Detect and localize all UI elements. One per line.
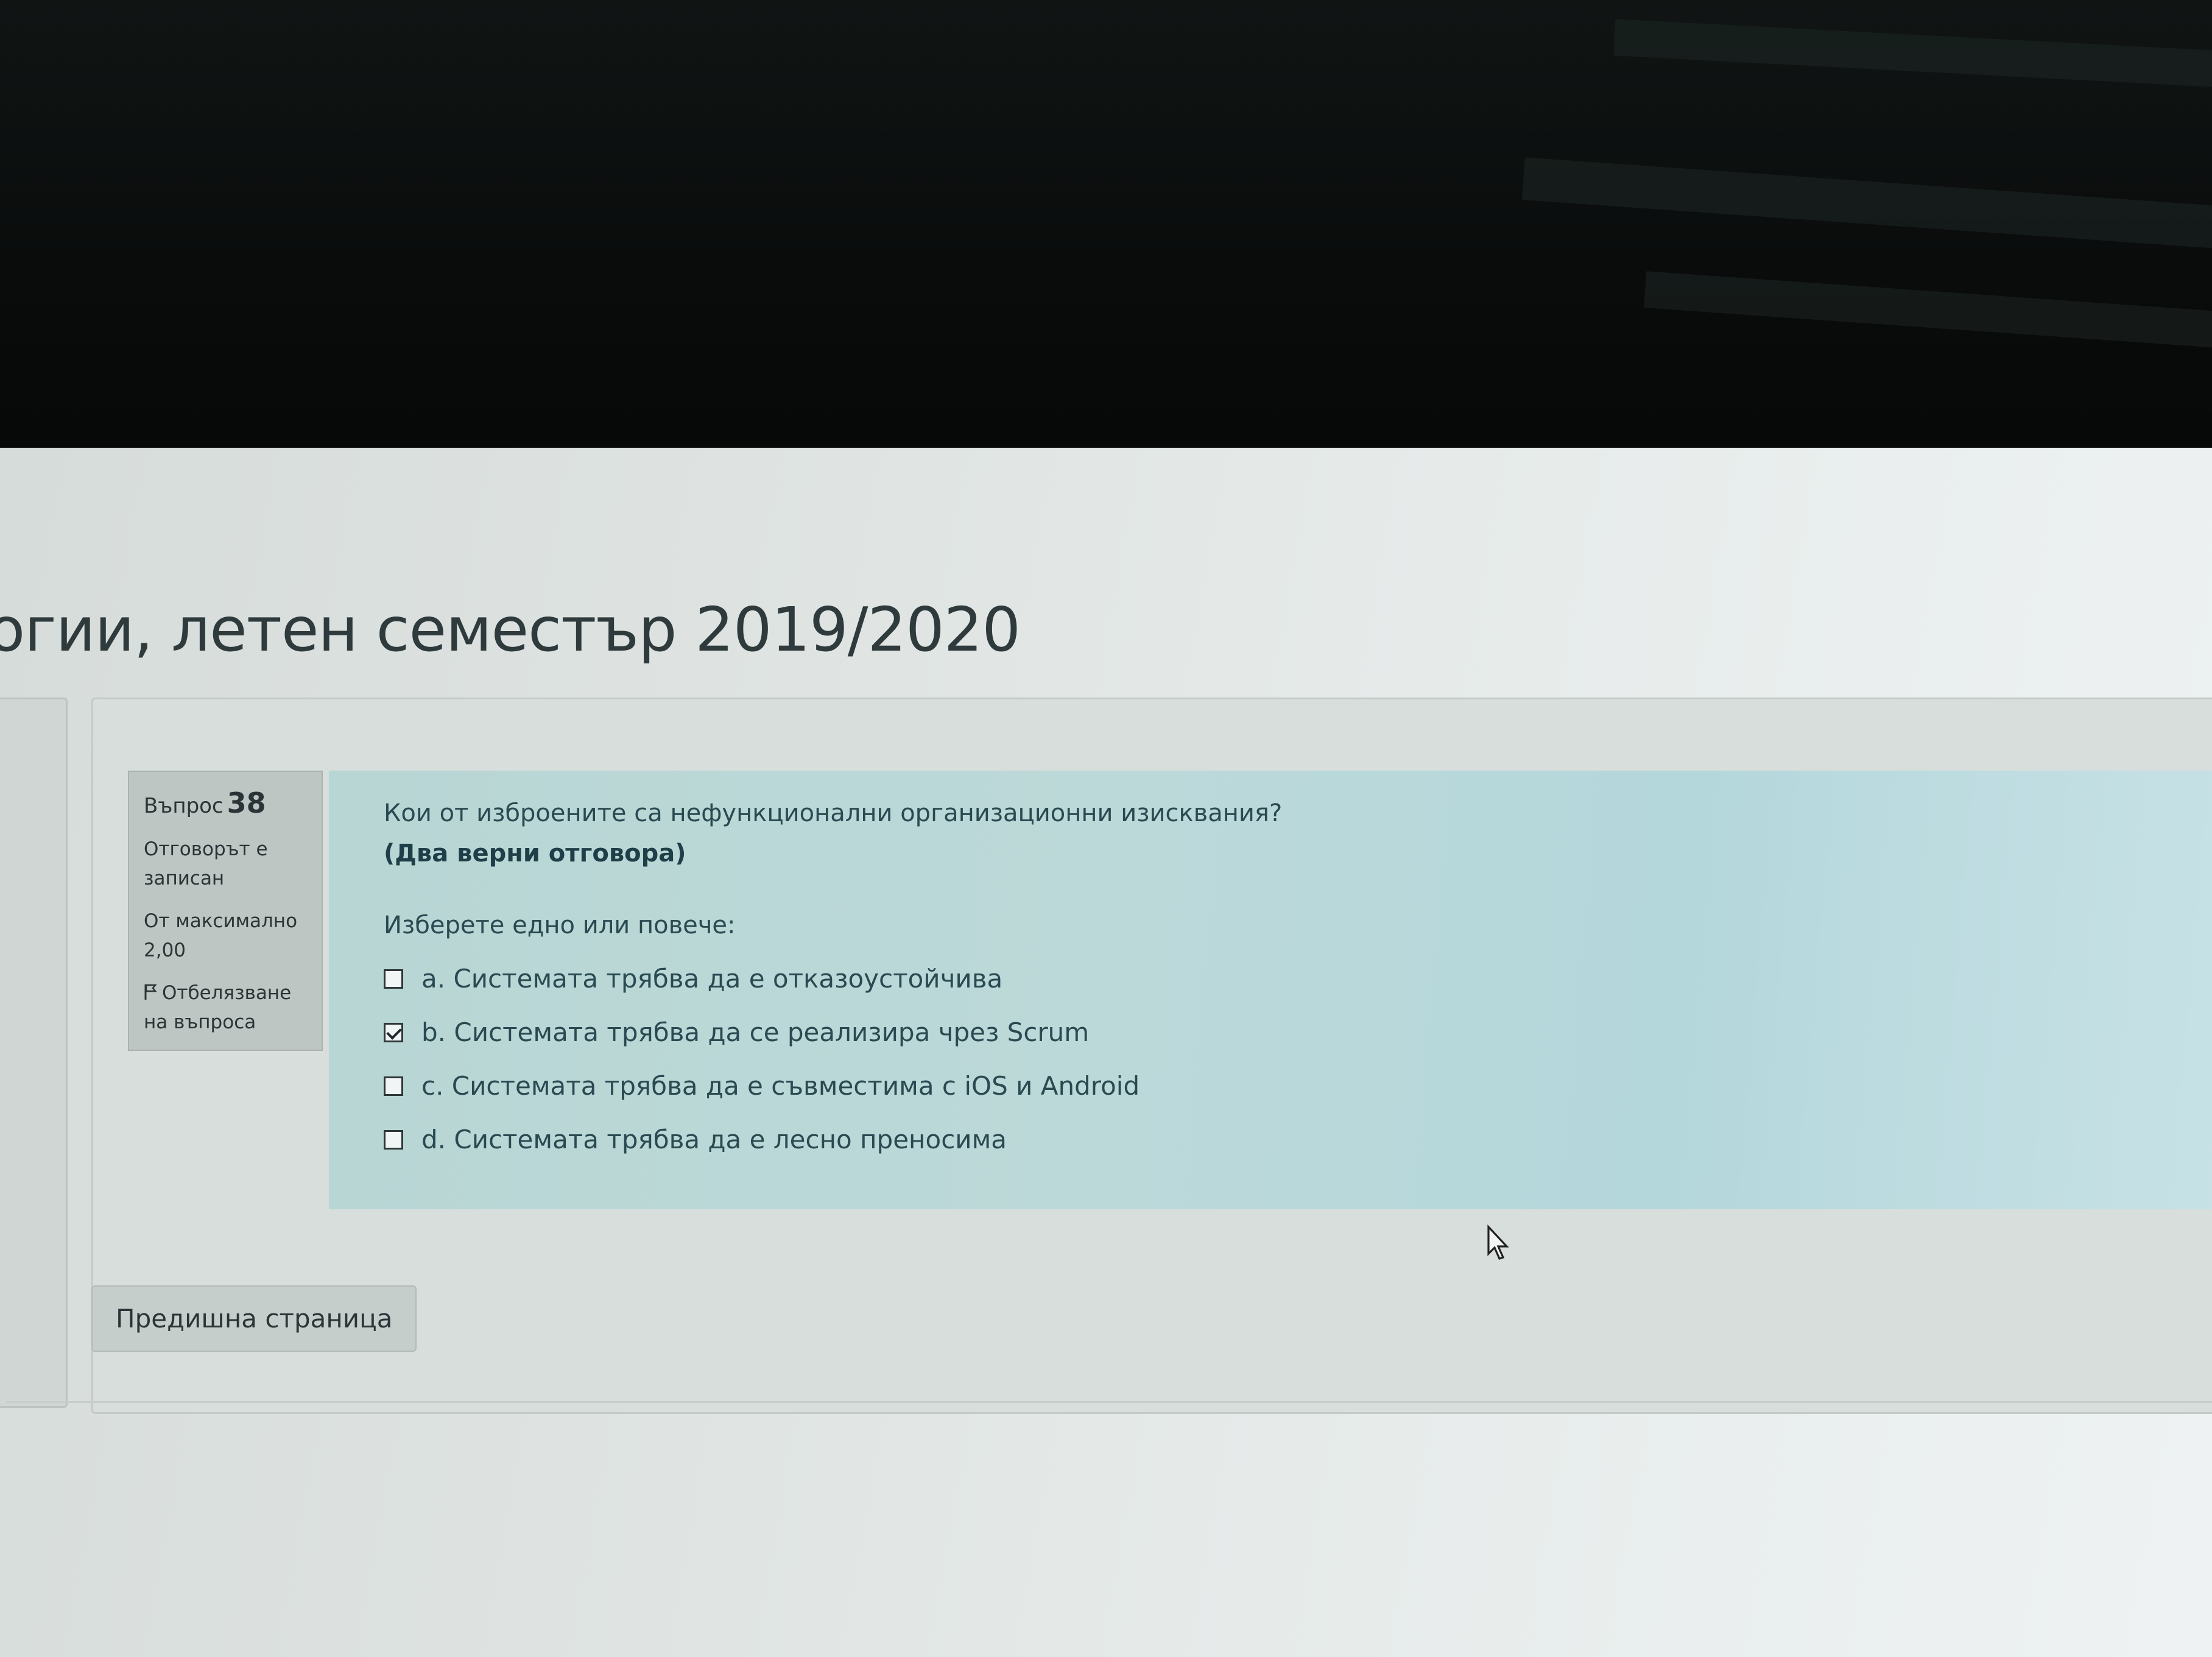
quiz-screen: огии, летен семестър 2019/2020 Въпрос 38 … bbox=[0, 448, 2212, 1657]
background-stripe bbox=[1613, 19, 2212, 91]
option-label-c[interactable]: c. Системата трябва да е съвместима с iO… bbox=[421, 1068, 1139, 1104]
checkbox-b[interactable] bbox=[384, 1023, 403, 1042]
question-info-panel: Въпрос 38 Отговорът е записан От максимал… bbox=[128, 771, 323, 1051]
page-title: огии, летен семестър 2019/2020 bbox=[0, 594, 1021, 665]
question-number: 38 bbox=[227, 786, 266, 819]
question-number-line: Въпрос 38 bbox=[144, 788, 307, 821]
divider bbox=[6, 1401, 2212, 1403]
option-label-b[interactable]: b. Системата трябва да се реализира чрез… bbox=[421, 1014, 1089, 1051]
answer-option-b[interactable]: b. Системата трябва да се реализира чрез… bbox=[384, 1014, 2193, 1051]
answer-status: Отговорът е записан bbox=[144, 838, 268, 889]
checkbox-d[interactable] bbox=[384, 1130, 403, 1150]
answer-option-d[interactable]: d. Системата трябва да е лесно преносима bbox=[384, 1122, 2193, 1158]
option-label-d[interactable]: d. Системата трябва да е лесно преносима bbox=[421, 1122, 1007, 1158]
checkbox-c[interactable] bbox=[384, 1076, 403, 1096]
question-text: Кои от изброените са нефункционални орга… bbox=[384, 799, 1283, 827]
answer-option-c[interactable]: c. Системата трябва да е съвместима с iO… bbox=[384, 1068, 2193, 1104]
mouse-cursor-icon bbox=[1487, 1224, 1509, 1260]
background-stripe bbox=[1522, 157, 2212, 251]
question-content: Кои от изброените са нефункционални орга… bbox=[329, 771, 2212, 1209]
flag-question-link[interactable]: Отбелязване на въпроса bbox=[144, 978, 307, 1037]
checkbox-a[interactable] bbox=[384, 969, 403, 989]
background-stripe bbox=[1644, 271, 2212, 350]
option-label-a[interactable]: a. Системата трябва да е отказоустойчива bbox=[421, 961, 1002, 997]
max-points: От максимално 2,00 bbox=[144, 910, 298, 961]
left-panel bbox=[0, 698, 68, 1408]
flag-icon bbox=[144, 984, 157, 1000]
previous-page-button[interactable]: Предишна страница bbox=[91, 1285, 417, 1352]
question-hint: (Два верни отговора) bbox=[384, 839, 686, 867]
answer-option-a[interactable]: a. Системата трябва да е отказоустойчива bbox=[384, 961, 2193, 997]
background-room bbox=[0, 0, 2212, 487]
question-label: Въпрос bbox=[144, 794, 224, 818]
answer-prompt: Изберете едно или повече: bbox=[384, 911, 736, 939]
